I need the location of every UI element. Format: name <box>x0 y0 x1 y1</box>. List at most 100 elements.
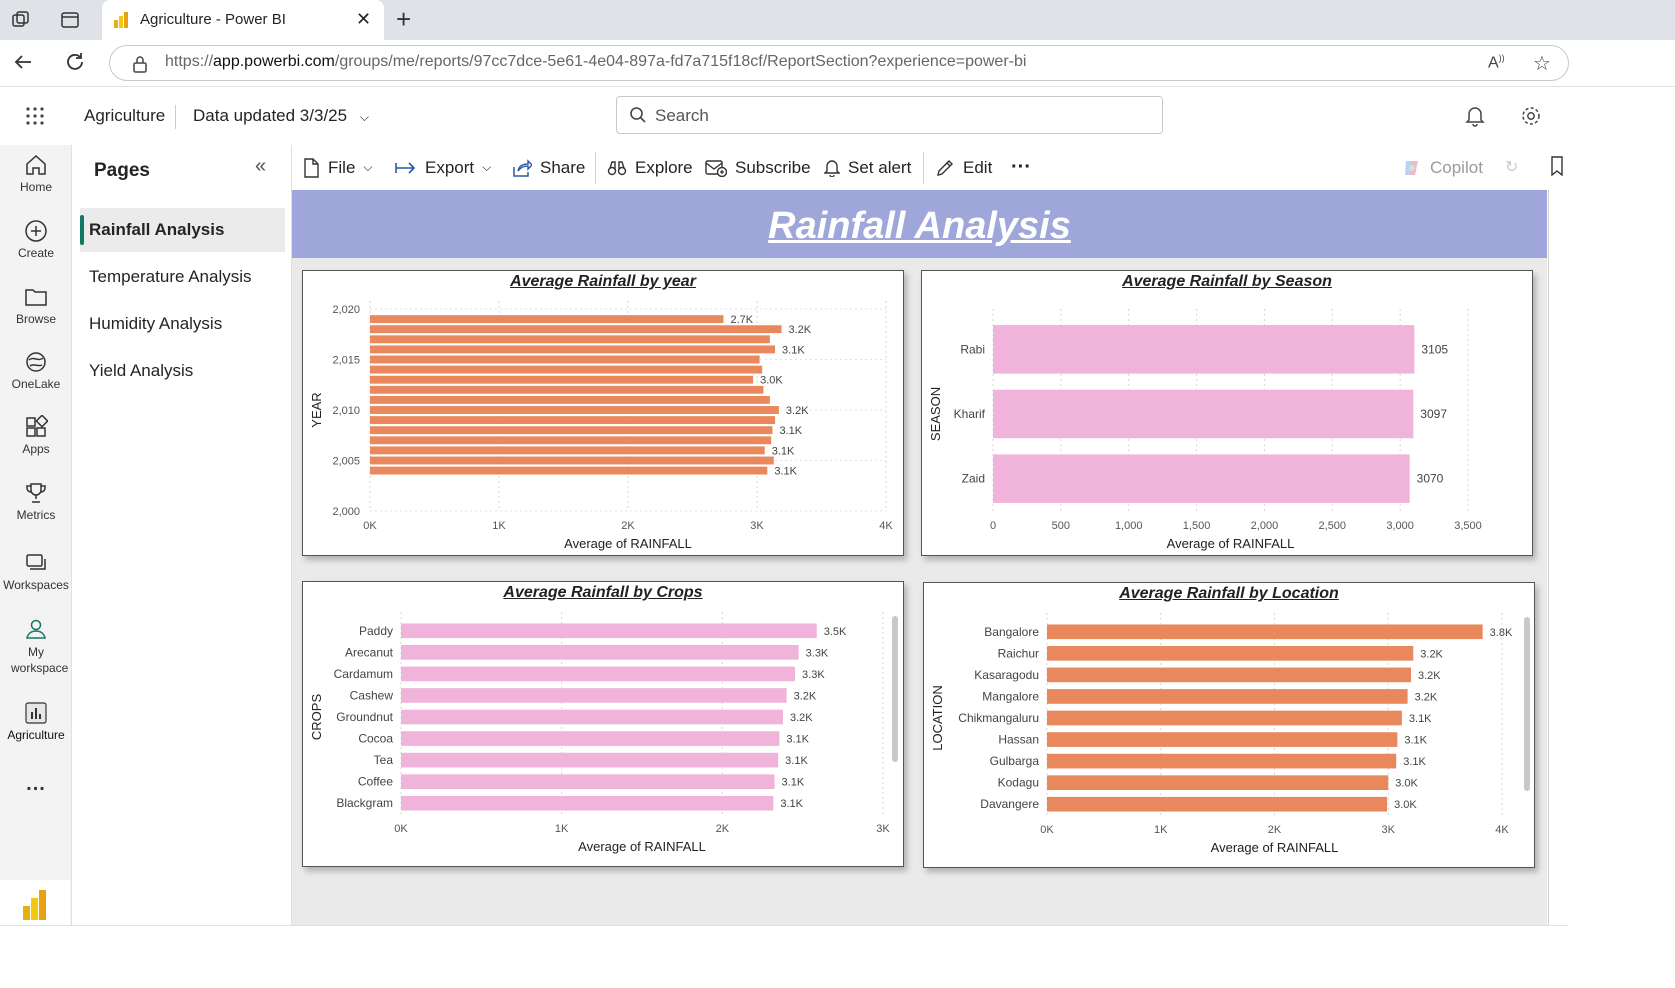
tab-close-icon[interactable]: ✕ <box>356 9 371 30</box>
explore-button[interactable]: Explore <box>607 145 693 190</box>
nav-home[interactable]: Home <box>0 153 72 194</box>
category-label: Tea <box>374 753 394 767</box>
file-label: File <box>328 158 356 177</box>
bar <box>401 688 787 703</box>
x-tick-label: 3K <box>1382 824 1396 836</box>
app-launcher-icon[interactable] <box>25 106 45 131</box>
x-tick-label: 1,500 <box>1183 520 1211 532</box>
page-temperature-analysis[interactable]: Temperature Analysis <box>80 255 285 299</box>
data-label: 3.1K <box>779 425 802 437</box>
visual-scrollbar[interactable] <box>1524 617 1530 791</box>
subscribe-button[interactable]: Subscribe <box>705 145 811 190</box>
nav-create-label: Create <box>17 246 55 260</box>
binoculars-icon <box>607 160 627 175</box>
x-tick-label: 1K <box>492 520 506 532</box>
nav-browse[interactable]: Browse <box>0 285 72 326</box>
page-humidity-analysis[interactable]: Humidity Analysis <box>80 302 285 346</box>
share-label: Share <box>540 158 586 177</box>
set-alert-button[interactable]: Set alert <box>824 145 911 190</box>
vertical-tabs-icon[interactable] <box>60 10 80 35</box>
bar <box>993 454 1410 503</box>
visual-rainfall-by-season[interactable]: Average Rainfall by Season 0 500 1,000 1,50… <box>921 270 1533 556</box>
chart-rainfall-by-year: 0K 1K 2K 3K 4K Average of RAINFALL YEAR 2,000 2,… <box>309 301 893 551</box>
category-label: Groundnut <box>336 710 393 724</box>
visual-rainfall-by-crops[interactable]: Average Rainfall by Crops 0K 1K 2K 3K Averag… <box>302 581 904 867</box>
data-label: 3.0K <box>760 375 783 387</box>
edit-button[interactable]: Edit <box>935 145 992 190</box>
bar <box>370 466 768 475</box>
refresh-icon[interactable] <box>64 51 86 78</box>
data-label: 3.1K <box>774 466 797 478</box>
search-input[interactable]: Search <box>616 96 1163 134</box>
workspace-name[interactable]: Agriculture <box>84 106 165 126</box>
nav-agriculture-label: Agriculture <box>7 728 65 742</box>
bar <box>1047 753 1397 769</box>
x-axis-title: Average of RAINFALL <box>1167 536 1295 551</box>
share-button[interactable]: Share <box>512 145 585 190</box>
export-menu-button[interactable]: Export ⌵ <box>395 145 491 190</box>
lock-icon[interactable] <box>132 55 148 78</box>
toolbar-separator <box>595 152 596 184</box>
bell-alert-icon <box>824 159 840 177</box>
y-axis-title: SEASON <box>928 387 943 441</box>
nav-my-workspace[interactable]: My workspace <box>0 617 72 676</box>
nav-onelake[interactable]: OneLake <box>0 350 72 391</box>
settings-gear-icon[interactable] <box>1520 105 1542 132</box>
x-axis-title: Average of RAINFALL <box>578 839 706 854</box>
data-label: 3.3K <box>802 669 825 681</box>
page-yield-analysis[interactable]: Yield Analysis <box>80 349 285 393</box>
report-icon <box>25 702 47 724</box>
nav-apps[interactable]: Apps <box>0 415 72 456</box>
new-tab-icon[interactable]: + <box>396 4 411 35</box>
x-tick-label: 0 <box>990 520 996 532</box>
collapse-pane-icon[interactable]: « <box>255 155 266 178</box>
visual-rainfall-by-location[interactable]: Average Rainfall by Location 0K 1K 2K 3K 4K A… <box>923 582 1535 868</box>
copilot-button[interactable]: Copilot <box>1402 145 1483 190</box>
notifications-bell-icon[interactable] <box>1465 105 1485 132</box>
bar <box>401 752 779 768</box>
bar <box>1047 796 1388 812</box>
category-label: Davangere <box>980 797 1039 811</box>
url-field[interactable]: https://app.powerbi.com/groups/me/report… <box>109 45 1569 81</box>
bar <box>1047 775 1389 790</box>
category-label: Bangalore <box>984 625 1039 639</box>
nav-workspaces[interactable]: Workspaces <box>0 551 72 592</box>
nav-metrics[interactable]: Metrics <box>0 481 72 522</box>
chart-rainfall-by-season: 0 500 1,000 1,500 2,000 2,500 3,000 3,500 Averag… <box>928 309 1482 551</box>
data-updated-dropdown[interactable]: Data updated 3/3/25 ⌵ <box>193 106 369 126</box>
category-label: Rabi <box>960 342 985 356</box>
bar <box>370 365 763 374</box>
bar <box>401 623 817 639</box>
workspaces-tab-icon[interactable] <box>11 10 31 35</box>
nav-agriculture[interactable]: Agriculture <box>0 701 72 742</box>
report-toolbar: File ⌵ Export ⌵ Share Explore Subscribe … <box>292 145 1567 190</box>
category-label: Arecanut <box>345 645 394 659</box>
filters-pane-collapsed[interactable] <box>1548 190 1568 925</box>
back-arrow-icon[interactable] <box>12 51 34 78</box>
y-axis-title: YEAR <box>309 392 324 427</box>
data-label: 3.5K <box>824 626 847 638</box>
more-options-icon[interactable]: ··· <box>1011 145 1031 190</box>
nav-more-icon[interactable]: ... <box>0 773 72 796</box>
visual-scrollbar[interactable] <box>892 616 898 762</box>
bar <box>1047 732 1398 747</box>
bookmark-icon[interactable] <box>1550 156 1564 181</box>
bar <box>370 395 770 404</box>
page-rainfall-analysis[interactable]: Rainfall Analysis <box>80 208 285 252</box>
browser-tab-active[interactable]: Agriculture - Power BI ✕ <box>102 0 384 40</box>
category-label: Kharif <box>954 407 986 421</box>
toolbar-separator-2 <box>923 152 924 184</box>
favorite-star-icon[interactable]: ☆ <box>1533 51 1551 76</box>
data-label: 3.2K <box>794 690 817 702</box>
nav-create[interactable]: Create <box>0 219 72 260</box>
visual-rainfall-by-year[interactable]: Average Rainfall by year 0K 1K 2K 3K 4K Avera… <box>302 270 904 556</box>
home-icon <box>26 154 46 175</box>
category-label: Raichur <box>998 646 1039 660</box>
category-label: Kodagu <box>998 776 1039 790</box>
file-menu-button[interactable]: File ⌵ <box>302 145 373 190</box>
refresh-visuals-icon[interactable]: ↻ <box>1505 157 1518 177</box>
export-label: Export <box>425 158 475 177</box>
read-aloud-icon[interactable]: A)) <box>1488 53 1505 72</box>
export-chevron-down-icon: ⌵ <box>482 160 492 174</box>
category-label: Gulbarga <box>990 754 1040 768</box>
